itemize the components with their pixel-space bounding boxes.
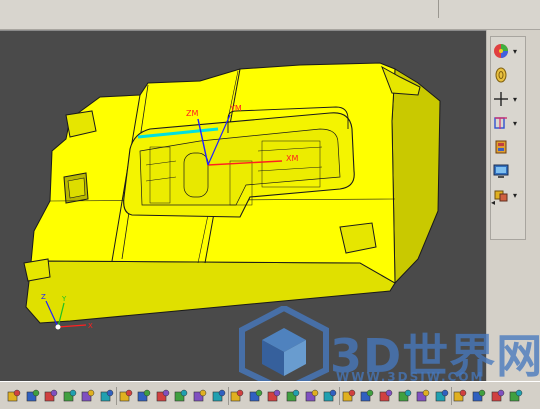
triad-z-label: Z xyxy=(41,293,46,301)
trim-button[interactable] xyxy=(397,388,413,404)
block-right-face xyxy=(391,68,441,285)
measure-icon xyxy=(82,389,95,402)
lower-left-notch xyxy=(23,258,51,282)
rotate-button[interactable] xyxy=(434,388,450,404)
replace-icon xyxy=(193,389,207,402)
crosshair-icon xyxy=(494,92,508,106)
new-part-button[interactable] xyxy=(6,388,22,404)
wave-link-icon xyxy=(268,389,281,402)
extend-icon xyxy=(416,389,430,402)
view-tool-icon xyxy=(323,389,337,402)
lower-right-notch xyxy=(339,222,377,254)
split-icon xyxy=(230,389,244,402)
component-tool-dropdown[interactable]: ▾ xyxy=(513,191,517,200)
save-icon xyxy=(44,389,58,402)
render-mode-icon xyxy=(494,44,508,58)
sketch-button[interactable] xyxy=(452,388,468,404)
csys-display-button[interactable] xyxy=(304,388,320,404)
layer-icon xyxy=(509,389,523,402)
extend-button[interactable] xyxy=(415,388,431,404)
add-component-button[interactable] xyxy=(118,388,134,404)
layer-button[interactable] xyxy=(508,388,524,404)
axis-zm-label: ZM xyxy=(186,109,198,118)
move-icon xyxy=(249,389,263,402)
xy-plane-icon xyxy=(286,389,300,402)
mate-button[interactable] xyxy=(155,388,171,404)
shade-button[interactable] xyxy=(99,388,115,404)
copy-icon xyxy=(63,389,77,402)
watermark-logo-icon xyxy=(239,306,329,392)
trim-icon xyxy=(398,389,411,402)
part-nav-button[interactable] xyxy=(490,388,506,404)
copy-button[interactable] xyxy=(62,388,78,404)
orient-icon xyxy=(379,389,393,402)
measure-button[interactable] xyxy=(80,388,96,404)
csys-dropdown[interactable]: ▾ xyxy=(513,119,517,128)
split-button[interactable] xyxy=(229,388,245,404)
bottom-toolbar xyxy=(0,381,540,409)
triad-x-label: X xyxy=(88,322,93,330)
shade-icon xyxy=(100,389,114,402)
point-button[interactable] xyxy=(341,388,357,404)
new-part-icon xyxy=(7,389,21,402)
crosshair-dropdown[interactable]: ▾ xyxy=(513,95,517,104)
mate-icon xyxy=(156,389,170,402)
reposition-button[interactable] xyxy=(173,388,189,404)
render-mode-dropdown[interactable]: ▾ xyxy=(513,47,517,56)
view-tool-button[interactable] xyxy=(322,388,338,404)
axis-icon xyxy=(361,389,374,402)
pattern-button[interactable] xyxy=(471,388,487,404)
triad-origin xyxy=(55,324,61,330)
monitor-display-button[interactable] xyxy=(492,160,526,182)
add-component-icon xyxy=(119,389,132,402)
block-front-face xyxy=(25,260,396,324)
crosshair-button[interactable]: ▾ xyxy=(492,88,526,110)
assembly-button[interactable] xyxy=(25,388,41,404)
add-existing-icon xyxy=(137,389,151,402)
mold-wizard-icon xyxy=(495,140,507,154)
csys-button[interactable]: ▾ xyxy=(492,112,526,134)
replace-button[interactable] xyxy=(192,388,208,404)
xy-plane-button[interactable] xyxy=(285,388,301,404)
toolbar-scroll-left[interactable]: ◂ xyxy=(491,198,495,207)
explode-button[interactable] xyxy=(211,388,227,404)
pattern-icon xyxy=(472,389,486,402)
triad-x-line xyxy=(57,324,87,328)
mold-wizard-button[interactable] xyxy=(492,136,526,158)
rotate-icon xyxy=(435,389,449,402)
triad-y-label: Y xyxy=(61,295,67,303)
axis-xm-label: XM xyxy=(286,154,298,163)
save-button[interactable] xyxy=(43,388,59,404)
assembly-icon xyxy=(26,389,39,402)
csys-display-icon xyxy=(305,389,318,402)
cad-application: XM ZM YM X Y Z ▾ ▾ ▾ ▾ ◂ 3D世界网 WWW.3DSJW… xyxy=(0,0,540,409)
csys-icon xyxy=(494,117,507,129)
title-strip xyxy=(0,0,540,30)
rotate-view-icon xyxy=(495,67,507,83)
explode-icon xyxy=(212,389,225,402)
orient-button[interactable] xyxy=(378,388,394,404)
render-mode-button[interactable]: ▾ xyxy=(492,40,526,62)
cavity-slot xyxy=(183,152,209,198)
title-divider xyxy=(438,0,439,18)
axis-button[interactable] xyxy=(359,388,375,404)
point-icon xyxy=(342,389,356,402)
component-tool-button[interactable]: ▾ xyxy=(492,184,526,206)
wave-link-button[interactable] xyxy=(266,388,282,404)
part-nav-icon xyxy=(491,389,504,402)
rotate-view-button[interactable] xyxy=(492,64,526,86)
axis-ym-label: YM xyxy=(229,104,242,113)
reposition-icon xyxy=(175,389,188,402)
square-pocket-floor xyxy=(67,177,86,199)
add-existing-button[interactable] xyxy=(136,388,152,404)
sketch-icon xyxy=(454,389,467,402)
monitor-display-icon xyxy=(493,164,509,178)
move-button[interactable] xyxy=(248,388,264,404)
